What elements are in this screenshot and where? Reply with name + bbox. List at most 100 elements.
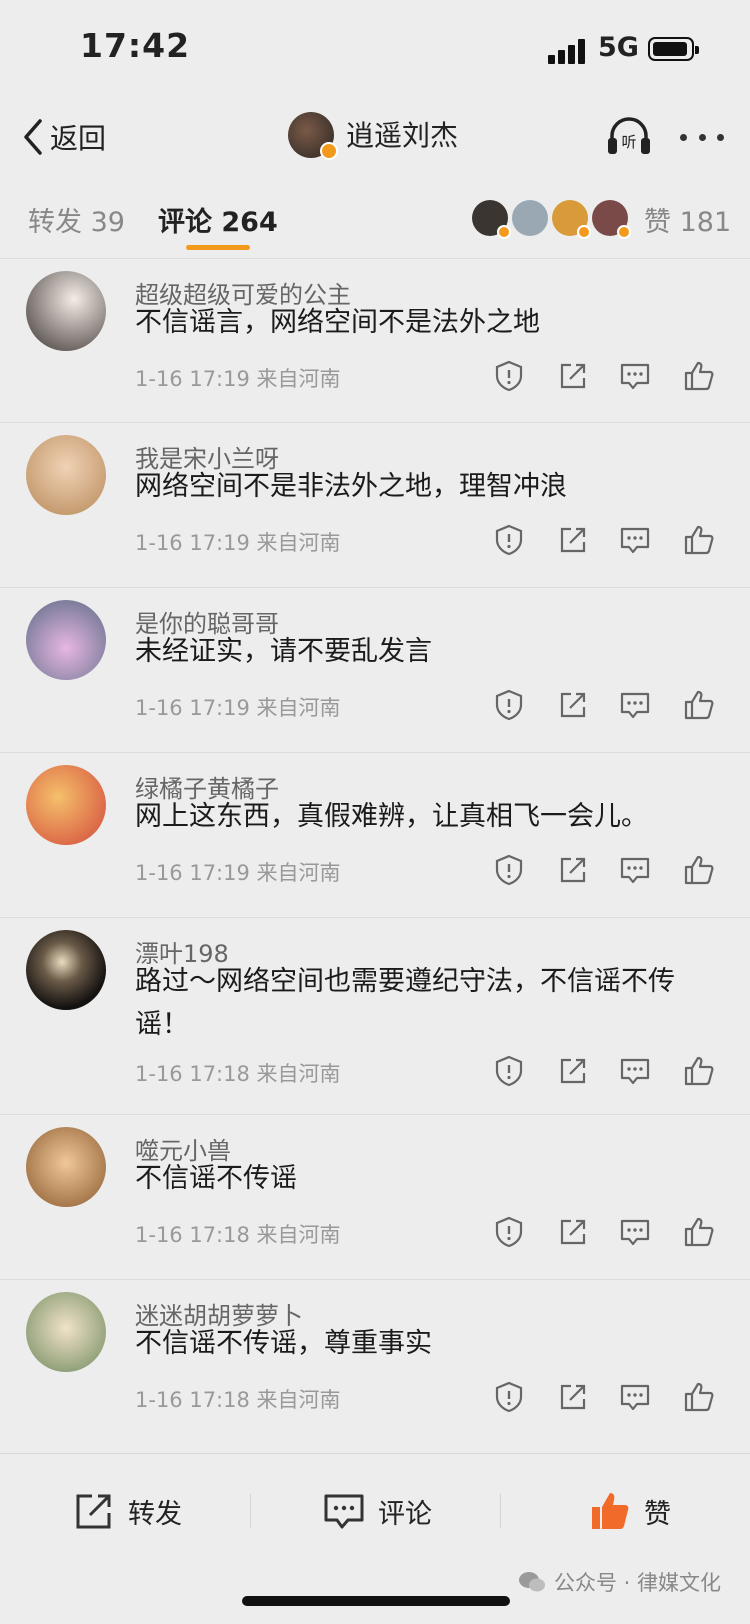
comment-time: 1-16 17:18 xyxy=(135,1388,250,1412)
comment-location: 来自河南 xyxy=(256,696,341,720)
like-icon[interactable] xyxy=(682,853,716,887)
listen-label: 听 xyxy=(621,133,636,151)
comment-location: 来自河南 xyxy=(256,531,341,555)
comment-location: 来自河南 xyxy=(256,1223,341,1247)
comment-actions xyxy=(492,1215,722,1255)
share-icon[interactable] xyxy=(556,688,590,722)
commenter-avatar[interactable] xyxy=(26,435,106,515)
share-icon[interactable] xyxy=(556,523,590,557)
more-dot-icon xyxy=(680,133,687,141)
report-icon[interactable] xyxy=(492,523,526,557)
report-icon[interactable] xyxy=(492,1380,526,1414)
like-icon[interactable] xyxy=(682,1215,716,1249)
comment-time: 1-16 17:19 xyxy=(135,861,250,885)
verified-badge-icon xyxy=(320,142,338,160)
comment-actions xyxy=(492,853,722,893)
commenter-avatar[interactable] xyxy=(26,1127,106,1207)
network-label: 5G xyxy=(598,32,639,63)
comment-actions xyxy=(492,359,722,399)
commenter-avatar[interactable] xyxy=(26,1292,106,1372)
share-icon[interactable] xyxy=(556,1215,590,1249)
tab-comments[interactable]: 评论 264 xyxy=(158,200,278,239)
report-icon[interactable] xyxy=(492,853,526,887)
comment-meta: 1-16 17:19 来自河南 xyxy=(135,692,341,722)
wechat-icon xyxy=(519,1572,545,1592)
commenter-avatar[interactable] xyxy=(26,271,106,351)
tab-likes[interactable]: 赞 181 xyxy=(644,200,731,239)
comment-item[interactable]: 我是宋小兰呀 网络空间不是非法外之地，理智冲浪 1-16 17:19 来自河南 xyxy=(0,423,750,588)
divider xyxy=(250,1494,251,1528)
signal-icon xyxy=(548,38,588,64)
comment-item[interactable]: 漂叶198 路过～网络空间也需要遵纪守法，不信谣不传谣！ 1-16 17:18 … xyxy=(0,918,750,1115)
comment-text: 网络空间不是非法外之地，理智冲浪 xyxy=(135,471,567,502)
report-icon[interactable] xyxy=(492,359,526,393)
comment-time: 1-16 17:18 xyxy=(135,1223,250,1247)
comment-location: 来自河南 xyxy=(256,1062,341,1086)
comment-text: 未经证实，请不要乱发言 xyxy=(135,636,432,667)
battery-icon xyxy=(648,37,699,61)
comment-meta: 1-16 17:19 来自河南 xyxy=(135,363,341,393)
watermark: 公众号 · 律媒文化 xyxy=(518,1567,721,1597)
report-icon[interactable] xyxy=(492,688,526,722)
commenter-avatar[interactable] xyxy=(26,930,106,1010)
comment-location: 来自河南 xyxy=(256,367,341,391)
author-avatar[interactable] xyxy=(288,112,338,160)
back-label: 返回 xyxy=(50,122,107,155)
like-icon[interactable] xyxy=(682,359,716,393)
comment-text: 不信谣言，网络空间不是法外之地 xyxy=(135,307,540,338)
comment-item[interactable]: 绿橘子黄橘子 网上这东西，真假难辨，让真相飞一会儿。 1-16 17:19 来自… xyxy=(0,753,750,918)
author-name[interactable]: 逍遥刘杰 xyxy=(346,114,458,154)
share-icon[interactable] xyxy=(556,1380,590,1414)
share-icon[interactable] xyxy=(556,359,590,393)
reply-icon[interactable] xyxy=(618,688,652,722)
comment-item[interactable]: 超级超级可爱的公主 不信谣言，网络空间不是法外之地 1-16 17:19 来自河… xyxy=(0,259,750,423)
reply-icon[interactable] xyxy=(618,1215,652,1249)
reply-icon[interactable] xyxy=(618,523,652,557)
repost-label: 转发 xyxy=(128,1498,182,1530)
commenter-avatar[interactable] xyxy=(26,600,106,680)
verified-badge-icon xyxy=(617,225,631,239)
comment-label: 评论 xyxy=(378,1498,432,1530)
thumbs-up-filled-icon xyxy=(592,1493,629,1529)
like-label: 赞 xyxy=(644,1498,671,1530)
comment-meta: 1-16 17:18 来自河南 xyxy=(135,1384,341,1414)
nav-bar: 返回 逍遥刘杰 听 xyxy=(0,100,750,178)
home-indicator[interactable] xyxy=(242,1596,510,1606)
like-icon[interactable] xyxy=(682,1380,716,1414)
share-icon[interactable] xyxy=(556,853,590,887)
back-button[interactable]: 返回 xyxy=(22,114,106,160)
listen-button[interactable]: 听 xyxy=(606,114,652,160)
tab-repost[interactable]: 转发 39 xyxy=(28,200,125,239)
repost-button[interactable]: 转发 xyxy=(72,1486,182,1536)
share-icon[interactable] xyxy=(556,1054,590,1088)
comment-item[interactable]: 迷迷胡胡萝萝卜 不信谣不传谣，尊重事实 1-16 17:18 来自河南 xyxy=(0,1280,750,1440)
reply-icon[interactable] xyxy=(618,1054,652,1088)
like-icon[interactable] xyxy=(682,523,716,557)
comment-time: 1-16 17:19 xyxy=(135,696,250,720)
comment-item[interactable]: 是你的聪哥哥 未经证实，请不要乱发言 1-16 17:19 来自河南 xyxy=(0,588,750,753)
like-icon[interactable] xyxy=(682,688,716,722)
reply-icon[interactable] xyxy=(618,359,652,393)
more-dot-icon xyxy=(698,133,706,141)
comment-text: 路过～网络空间也需要遵纪守法，不信谣不传谣！ xyxy=(135,966,675,1040)
comment-button[interactable]: 评论 xyxy=(322,1486,432,1536)
comment-icon xyxy=(324,1494,364,1529)
report-icon[interactable] xyxy=(492,1215,526,1249)
like-button[interactable]: 赞 xyxy=(588,1486,671,1536)
headphones-icon: 听 xyxy=(608,117,650,154)
verified-badge-icon xyxy=(577,225,591,239)
more-button[interactable] xyxy=(680,114,724,160)
status-bar: 17:42 5G xyxy=(0,0,750,100)
reply-icon[interactable] xyxy=(618,1380,652,1414)
like-icon[interactable] xyxy=(682,1054,716,1088)
verified-badge-icon xyxy=(497,225,511,239)
divider xyxy=(500,1494,501,1528)
report-icon[interactable] xyxy=(492,1054,526,1088)
comment-meta: 1-16 17:18 来自河南 xyxy=(135,1219,341,1249)
repost-icon xyxy=(76,1494,111,1529)
comment-text: 不信谣不传谣 xyxy=(135,1163,297,1194)
commenter-avatar[interactable] xyxy=(26,765,106,845)
liker-avatar xyxy=(592,200,631,239)
reply-icon[interactable] xyxy=(618,853,652,887)
comment-item[interactable]: 噬元小兽 不信谣不传谣 1-16 17:18 来自河南 xyxy=(0,1115,750,1280)
